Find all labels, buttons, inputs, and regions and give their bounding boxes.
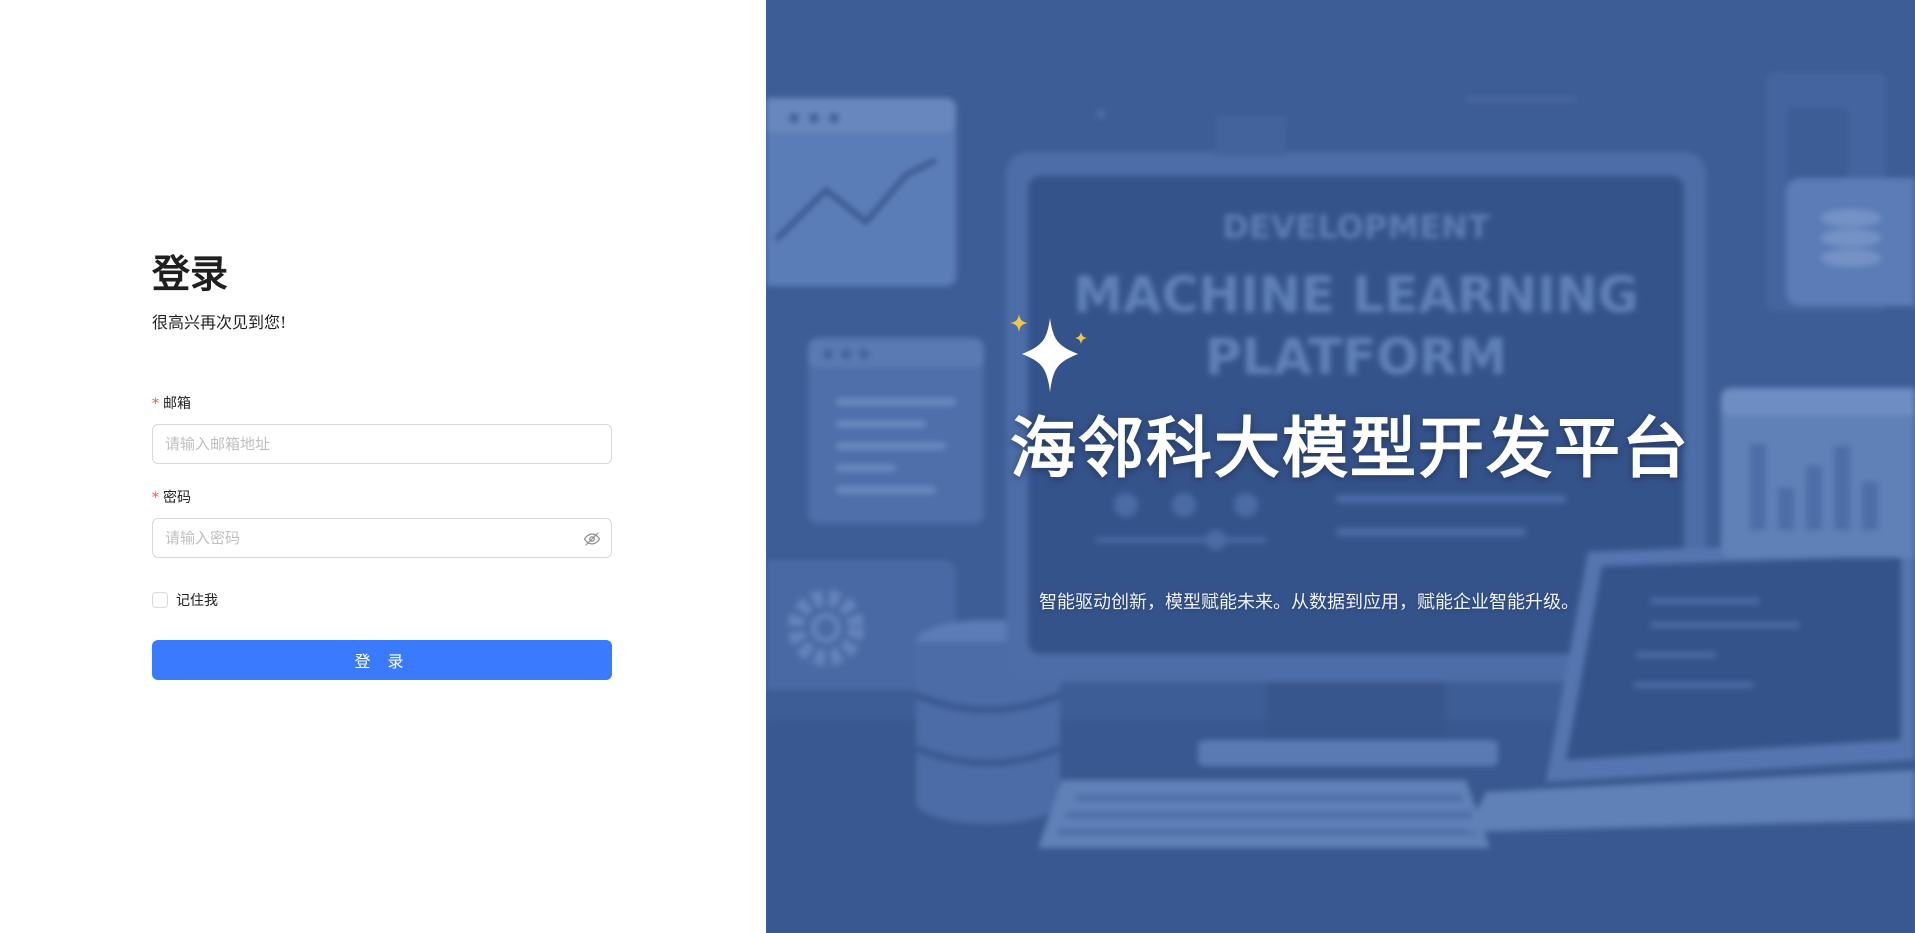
email-label-text: 邮箱: [163, 396, 191, 412]
login-panel: 登录 很高兴再次见到您! *邮箱 *密码 记住我 登 录: [0, 0, 766, 933]
welcome-subtitle: 很高兴再次见到您!: [152, 313, 287, 332]
sparkle-icon: [1010, 314, 1087, 392]
password-field-wrapper: [152, 518, 612, 558]
login-button[interactable]: 登 录: [152, 640, 612, 680]
hero-title: 海邻科大模型开发平台: [1010, 409, 1690, 487]
email-field-wrapper: [152, 424, 612, 464]
remember-me-label[interactable]: 记住我: [176, 590, 218, 610]
password-label-text: 密码: [163, 490, 191, 506]
required-mark: *: [152, 490, 159, 506]
required-mark: *: [152, 396, 159, 412]
email-label: * 邮箱: [152, 394, 612, 414]
remember-me-row: 记住我: [152, 590, 612, 610]
password-label: * 密码: [152, 488, 612, 508]
hero-panel: DEVELOPMENT MACHINE LEARNING PLATFORM 海邻…: [766, 0, 1915, 933]
hero-subtitle: 智能驱动创新，模型赋能未来。从数据到应用，赋能企业智能升级。: [1039, 592, 1579, 613]
email-field[interactable]: [153, 425, 611, 463]
page-title: 登录: [152, 251, 229, 296]
login-form: 登录 很高兴再次见到您! *邮箱 *密码 记住我 登 录: [152, 248, 612, 680]
remember-me-checkbox[interactable]: [152, 592, 168, 608]
eye-off-icon[interactable]: [583, 530, 601, 548]
password-field[interactable]: [153, 519, 611, 557]
